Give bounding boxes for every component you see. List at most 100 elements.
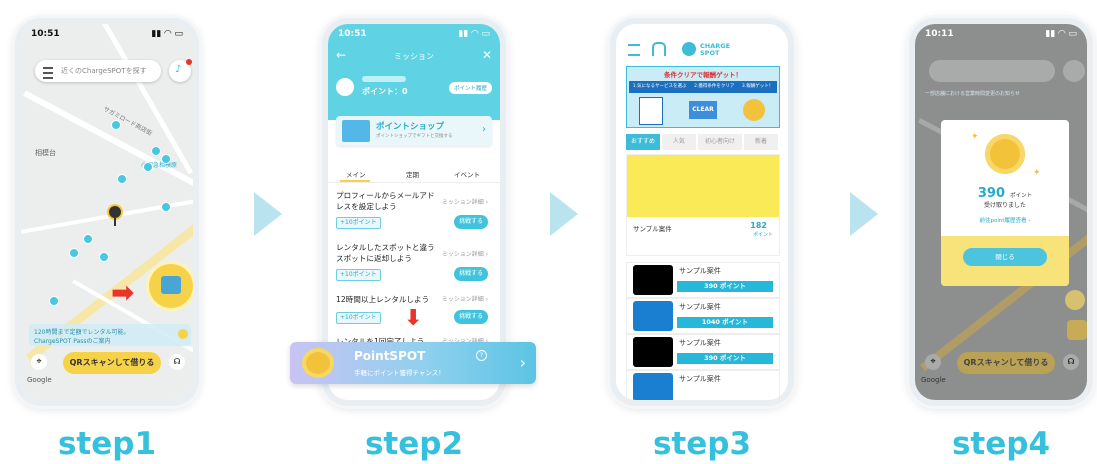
locate-icon[interactable]: ⌖ <box>31 354 47 370</box>
spot-pin[interactable] <box>83 234 93 244</box>
tab-regular[interactable]: 定期 <box>406 169 419 179</box>
map-label: サガミロード商店街 <box>102 105 154 138</box>
case-name: サンプル案件 <box>679 339 721 347</box>
featured-card[interactable]: サンプル案件 182 ポイント <box>626 154 780 256</box>
google-logo: Google <box>921 376 946 384</box>
tab-popular[interactable]: 人気 <box>661 134 696 150</box>
page-title: ミッション <box>394 52 434 61</box>
support-icon[interactable]: ☊ <box>169 354 185 370</box>
coin-icon <box>985 134 1025 174</box>
menu-icon[interactable] <box>628 44 640 56</box>
step-arrow-icon <box>254 192 282 236</box>
screen-step3: CHARGE SPOT 条件クリアで報酬ゲット！ 1.気になるサービスを選ぶ 2… <box>616 24 788 400</box>
spot-pin[interactable] <box>99 252 109 262</box>
pass-banner-line1: 120時間まで定額でレンタル可能。 <box>34 329 130 336</box>
help-icon[interactable]: ? <box>476 350 487 361</box>
reward-badge: +10ポイント <box>336 217 381 229</box>
signal-icon: ▮▮ ◠ ▭ <box>458 29 490 39</box>
phone-step3: CHARGE SPOT 条件クリアで報酬ゲット！ 1.気になるサービスを選ぶ 2… <box>610 18 794 406</box>
screen-step1: 相模台 小田急相模原 サガミロード商店街 10:51 ▮▮ ◠ ▭ 近くのCha… <box>21 24 193 400</box>
reward-badge: +10ポイント <box>336 269 381 281</box>
search-input[interactable]: 近くのChargeSPOTを探す <box>35 60 161 82</box>
notice-banner: 一部店舗における営業時間変更のお知らせ <box>925 91 1020 97</box>
tab-event[interactable]: イベント <box>454 169 480 179</box>
challenge-button[interactable]: 挑戦する <box>454 215 488 229</box>
close-button[interactable]: 閉じる <box>963 248 1047 266</box>
hero-banner[interactable]: 条件クリアで報酬ゲット！ 1.気になるサービスを選ぶ 2.獲得条件をクリア 3.… <box>626 66 780 128</box>
mission-tabs: メイン 定期 イベント <box>328 166 500 183</box>
tab-main[interactable]: メイン <box>346 169 366 179</box>
map-road <box>21 193 193 239</box>
challenge-button[interactable]: 挑戦する <box>454 310 488 324</box>
spot-pin[interactable] <box>161 154 171 164</box>
close-icon[interactable]: ✕ <box>482 48 492 62</box>
case-item[interactable]: サンプル案件 1040 ポイント <box>626 298 780 334</box>
received-message: 受け取りました <box>983 202 1026 209</box>
phone-step4: 10:11 ▮▮ ◠ ▭ 一部店舗における営業時間変更のお知らせ ✦ ✦ 390… <box>909 18 1093 406</box>
point-logo-icon <box>336 78 354 96</box>
point-shop-card[interactable]: ポイントショップ ポイントショップでギフトと交換する › <box>336 116 492 146</box>
signal-icon: ▮▮ ◠ ▭ <box>1045 29 1077 39</box>
hero-step: 3.報酬ゲット！ <box>741 84 774 89</box>
notification-button[interactable]: ♪ <box>169 59 192 82</box>
coin-icon <box>302 348 334 378</box>
hero-step: 2.獲得条件をクリア <box>694 84 735 89</box>
tab-new[interactable]: 新着 <box>744 134 778 150</box>
mission-detail-link[interactable]: ミッション詳細 › <box>442 197 488 208</box>
spot-pin[interactable] <box>117 174 127 184</box>
step-label: step1 <box>57 426 157 462</box>
sparkle-icon: ✦ <box>971 132 979 142</box>
search-input <box>929 60 1055 82</box>
case-item[interactable]: サンプル案件 <box>626 370 780 400</box>
case-thumbnail <box>633 301 673 331</box>
case-name: サンプル案件 <box>679 267 721 275</box>
pass-banner[interactable]: 120時間まで定額でレンタル可能。 ChargeSPOT Passのご案内 <box>29 324 191 346</box>
side-banner <box>1067 320 1087 340</box>
pass-banner-line2: ChargeSPOT Passのご案内 <box>34 338 111 345</box>
points-history-button[interactable]: ポイント履歴 <box>448 82 492 94</box>
locate-icon: ⌖ <box>925 354 941 370</box>
search-placeholder: 近くのChargeSPOTを探す <box>61 67 147 75</box>
mission-fab-button[interactable] <box>149 264 193 308</box>
spot-pin[interactable] <box>161 202 171 212</box>
home-icon[interactable] <box>652 42 666 56</box>
spot-pin[interactable] <box>69 248 79 258</box>
coin-icon <box>743 99 765 121</box>
spot-pin[interactable] <box>111 120 121 130</box>
featured-name: サンプル案件 <box>633 225 672 233</box>
mission-detail-link[interactable]: ミッション詳細 › <box>442 294 488 305</box>
chargespot-logo-icon <box>682 42 696 56</box>
featured-image <box>627 155 779 217</box>
app-header: CHARGE SPOT <box>616 24 788 62</box>
location-pin-stem <box>114 218 116 226</box>
pointspot-popup-banner[interactable]: PointSPOT 手軽にポイント獲得チャンス！ ? › <box>290 342 536 384</box>
step-label: step2 <box>364 426 464 462</box>
bell-icon: ♪ <box>175 64 182 75</box>
menu-icon[interactable] <box>43 67 53 79</box>
screen-step4: 10:11 ▮▮ ◠ ▭ 一部店舗における営業時間変更のお知らせ ✦ ✦ 390… <box>915 24 1087 400</box>
spot-pin[interactable] <box>143 162 153 172</box>
pointspot-subtitle: 手軽にポイント獲得チャンス！ <box>354 369 445 377</box>
spot-pin[interactable] <box>49 296 59 306</box>
points-received-modal: ✦ ✦ 390 ポイント 受け取りました 前往point履歴查看 › 閉じる <box>941 120 1069 286</box>
mission-fab-button <box>1065 290 1085 310</box>
tab-recommended[interactable]: おすすめ <box>626 134 660 150</box>
received-points-value: 390 <box>977 186 1006 201</box>
spot-pin[interactable] <box>151 146 161 156</box>
received-points-unit: ポイント <box>1010 193 1033 199</box>
chargespot-logo: CHARGE SPOT <box>700 42 731 57</box>
challenge-button[interactable]: 挑戦する <box>454 267 488 281</box>
username-placeholder <box>362 76 406 82</box>
step-arrow-icon <box>850 192 878 236</box>
featured-points-unit: ポイント <box>752 232 773 238</box>
hero-clear-badge: CLEAR <box>689 101 717 119</box>
case-item[interactable]: サンプル案件 390 ポイント <box>626 262 780 298</box>
status-time: 10:11 <box>925 29 954 39</box>
tab-beginner[interactable]: 初心者向け <box>697 134 743 150</box>
hero-title: 条件クリアで報酬ゲット！ <box>664 71 742 79</box>
qr-scan-button[interactable]: QRスキャンして借りる <box>63 352 161 374</box>
red-arrow-down-icon: ⬇ <box>404 306 423 331</box>
point-history-link[interactable]: 前往point履歴查看 › <box>941 216 1069 224</box>
case-item[interactable]: サンプル案件 390 ポイント <box>626 334 780 370</box>
mission-detail-link[interactable]: ミッション詳細 › <box>442 249 488 260</box>
